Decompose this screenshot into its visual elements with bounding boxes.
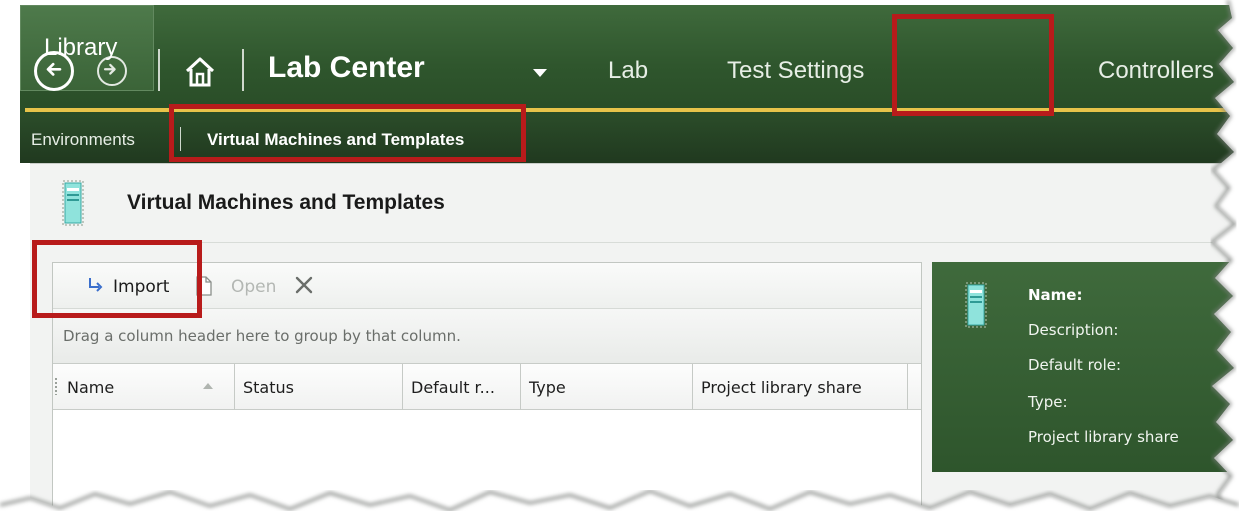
tab-lab[interactable]: Lab xyxy=(608,57,648,85)
column-header-status[interactable]: Status xyxy=(235,364,403,410)
column-header-label: Type xyxy=(529,378,566,397)
dropdown-icon[interactable] xyxy=(530,67,550,79)
home-icon[interactable] xyxy=(183,55,217,89)
detail-name-label: Name: xyxy=(1028,286,1083,304)
details-panel: Name: Description: Default role: Type: P… xyxy=(932,262,1239,472)
tab-controllers[interactable]: Controllers xyxy=(1098,57,1214,85)
tab-test-settings[interactable]: Test Settings xyxy=(727,57,864,85)
highlight-library-tab xyxy=(892,14,1054,116)
column-header-overflow[interactable] xyxy=(908,364,928,410)
header-divider xyxy=(40,242,1239,243)
column-header-label: Project library share xyxy=(701,378,862,397)
detail-project-library-share-label: Project library share xyxy=(1028,428,1179,446)
column-header-default-role[interactable]: Default r... xyxy=(403,364,521,410)
column-header-label: Status xyxy=(243,378,294,397)
tab-library-label: Library xyxy=(44,34,118,61)
delete-icon[interactable] xyxy=(293,274,315,296)
app-title: Lab Center xyxy=(268,51,425,84)
column-header-project-library-share[interactable]: Project library share xyxy=(693,364,908,410)
detail-default-role-label: Default role: xyxy=(1028,356,1122,374)
sort-ascending-icon xyxy=(203,383,213,389)
page-title: Virtual Machines and Templates xyxy=(127,191,445,214)
group-hint-text: Drag a column header here to group by th… xyxy=(63,327,461,345)
detail-type-label: Type: xyxy=(1028,393,1068,411)
column-grip[interactable] xyxy=(55,378,57,395)
subnav-environments[interactable]: Environments xyxy=(31,130,135,150)
vm-template-icon xyxy=(965,282,987,328)
lab-center-window: Lab Center Lab Test Settings Library Con… xyxy=(20,5,1239,515)
column-header-name[interactable]: Name xyxy=(59,364,235,410)
highlight-vm-subnav xyxy=(169,104,526,162)
column-header-row: Name Status Default r... Type Project li… xyxy=(53,364,921,410)
column-header-label: Default r... xyxy=(411,378,495,397)
vm-template-icon xyxy=(62,180,84,226)
highlight-import-button xyxy=(32,240,202,318)
nav-separator xyxy=(158,49,160,91)
open-button[interactable]: Open xyxy=(231,277,276,297)
column-header-label: Name xyxy=(67,378,115,397)
detail-description-label: Description: xyxy=(1028,321,1119,339)
top-navigation-bar: Lab Center Lab Test Settings Library Con… xyxy=(20,5,1239,115)
column-header-type[interactable]: Type xyxy=(521,364,693,410)
content-area: Virtual Machines and Templates Import Op… xyxy=(30,163,1239,515)
nav-separator xyxy=(242,49,244,91)
